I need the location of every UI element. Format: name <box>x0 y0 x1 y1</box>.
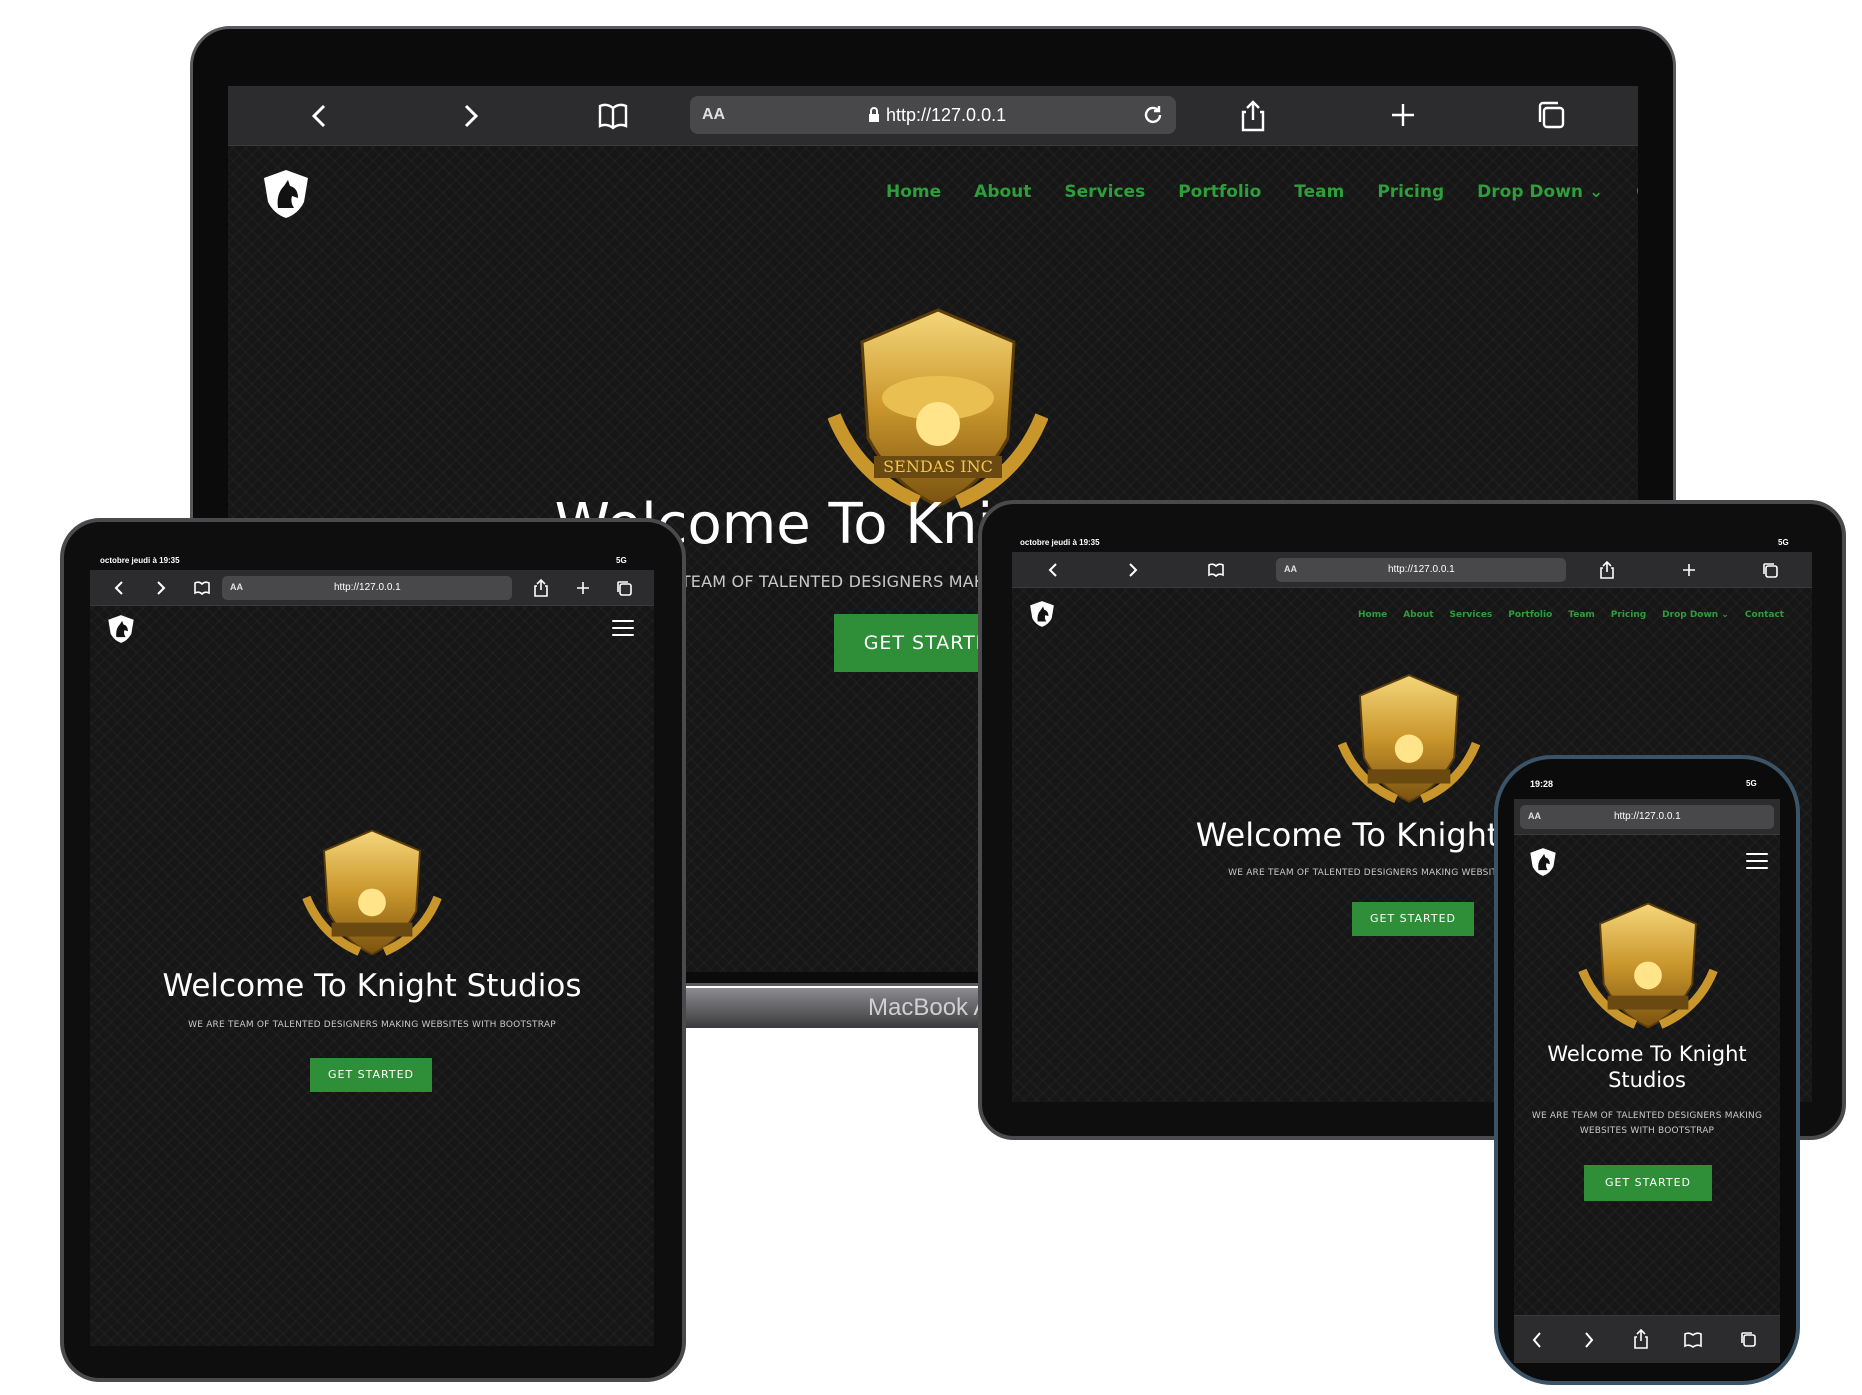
chevron-down-icon: ⌄ <box>1588 182 1604 202</box>
phone-signal: 5G <box>1746 779 1757 788</box>
tabs-icon[interactable] <box>1740 1331 1756 1347</box>
nav-home[interactable]: Home <box>886 182 941 202</box>
nav-pricing[interactable]: Pricing <box>1377 182 1444 202</box>
tablet-portrait-website: Welcome To Knight Studios WE ARE TEAM OF… <box>90 606 654 1346</box>
nav-dropdown[interactable]: Drop Down ⌄ <box>1477 182 1603 202</box>
reload-icon[interactable] <box>1142 104 1164 126</box>
nav-dropdown[interactable]: Drop Down ⌄ <box>1662 610 1729 620</box>
url-text: http://127.0.0.1 <box>886 105 1007 125</box>
nav-pricing[interactable]: Pricing <box>1611 610 1646 620</box>
nav-contact[interactable]: Contact <box>1745 610 1784 620</box>
get-started-button[interactable]: GET STARTED <box>310 1058 432 1092</box>
hero-title: Welcome To Knight Studios <box>1547 1042 1747 1092</box>
hamburger-menu-icon[interactable] <box>1746 853 1768 869</box>
hamburger-menu-icon[interactable] <box>612 620 634 636</box>
nav-team[interactable]: Team <box>1294 182 1344 202</box>
phone-website: Welcome To Knight Studios WE ARE TEAM OF… <box>1514 835 1780 1315</box>
forward-icon[interactable] <box>156 581 166 595</box>
chevron-down-icon: ⌄ <box>1721 610 1729 620</box>
tablet-portrait-status-time: octobre jeudi à 19:35 <box>100 556 180 565</box>
crest-emblem <box>1578 901 1718 1031</box>
reader-aa-button[interactable]: AA <box>1528 811 1541 821</box>
share-icon[interactable] <box>1600 561 1614 579</box>
crest-emblem <box>1338 672 1480 806</box>
reader-aa-button[interactable]: AA <box>1284 564 1297 574</box>
share-icon[interactable] <box>1634 1329 1648 1349</box>
nav-about[interactable]: About <box>1403 610 1433 620</box>
get-started-button[interactable]: GET STARTED <box>1584 1165 1712 1201</box>
new-tab-icon[interactable] <box>1390 102 1416 128</box>
tablet-main-nav: Home About Services Portfolio Team Prici… <box>1358 610 1784 620</box>
hero-title: Welcome To Knight Studios <box>162 968 582 1004</box>
reader-aa-button[interactable]: AA <box>702 106 725 124</box>
new-tab-icon[interactable] <box>576 581 590 595</box>
phone-bottom-toolbar <box>1514 1315 1780 1363</box>
nav-home[interactable]: Home <box>1358 610 1387 620</box>
tablet-landscape-browser-toolbar: AA http://127.0.0.1 <box>1012 552 1812 588</box>
nav-services[interactable]: Services <box>1064 182 1145 202</box>
share-icon[interactable] <box>1240 100 1266 132</box>
share-icon[interactable] <box>534 579 548 597</box>
nav-about[interactable]: About <box>974 182 1031 202</box>
nav-portfolio[interactable]: Portfolio <box>1508 610 1552 620</box>
nav-services[interactable]: Services <box>1450 610 1493 620</box>
get-started-button[interactable]: GET STARTED <box>1352 902 1474 936</box>
lock-icon <box>869 107 879 122</box>
crest-emblem <box>302 828 442 958</box>
url-text: http://127.0.0.1 <box>1388 564 1455 575</box>
url-text: http://127.0.0.1 <box>1614 811 1681 822</box>
nav-contact[interactable]: Contact <box>1636 182 1638 202</box>
tabs-icon[interactable] <box>616 580 632 596</box>
tablet-landscape-status-time: octobre jeudi à 19:35 <box>1020 538 1100 547</box>
url-text: http://127.0.0.1 <box>334 582 401 593</box>
crest-text: SENDAS INC <box>883 457 993 476</box>
address-bar[interactable]: AA http://127.0.0.1 <box>1276 558 1566 582</box>
knight-logo-icon[interactable] <box>1528 847 1558 877</box>
tablet-portrait-browser-toolbar: AA http://127.0.0.1 <box>90 570 654 606</box>
tabs-icon[interactable] <box>1536 100 1566 130</box>
back-icon[interactable] <box>1048 563 1058 577</box>
tablet-portrait-device: octobre jeudi à 19:35 5G AA http://127.0… <box>0 0 700 1395</box>
tablet-portrait-signal: 5G <box>616 556 627 565</box>
device-mockup-scene: MacBook Air AA http://127.0.0.1 Home Abo… <box>0 0 1862 1395</box>
back-icon[interactable] <box>114 581 124 595</box>
forward-icon[interactable] <box>1584 1332 1594 1348</box>
bookmarks-icon[interactable] <box>1208 563 1224 577</box>
address-bar[interactable]: AA http://127.0.0.1 <box>222 576 512 600</box>
address-bar[interactable]: AA http://127.0.0.1 <box>690 96 1176 134</box>
hero-subtitle: WE ARE TEAM OF TALENTED DESIGNERS MAKING… <box>188 1020 556 1030</box>
tabs-icon[interactable] <box>1762 562 1778 578</box>
reader-aa-button[interactable]: AA <box>230 582 243 592</box>
phone-browser-address-area: AA http://127.0.0.1 <box>1514 799 1780 835</box>
knight-logo-icon[interactable] <box>1028 600 1056 628</box>
knight-logo-icon[interactable] <box>106 614 136 644</box>
tablet-landscape-signal: 5G <box>1778 538 1789 547</box>
address-bar[interactable]: AA http://127.0.0.1 <box>1520 805 1774 829</box>
laptop-main-nav: Home About Services Portfolio Team Prici… <box>886 182 1638 202</box>
new-tab-icon[interactable] <box>1682 563 1696 577</box>
hero-subtitle: WE ARE TEAM OF TALENTED DESIGNERS MAKING… <box>1531 1111 1763 1136</box>
phone-device: 19:28 5G AA http://127.0.0.1 Welcome To … <box>1490 755 1820 1395</box>
bookmarks-icon[interactable] <box>194 581 210 595</box>
phone-notch <box>1576 767 1718 797</box>
back-icon[interactable] <box>1532 1332 1542 1348</box>
nav-portfolio[interactable]: Portfolio <box>1178 182 1261 202</box>
nav-team[interactable]: Team <box>1568 610 1595 620</box>
forward-icon[interactable] <box>1128 563 1138 577</box>
phone-status-time: 19:28 <box>1530 779 1554 789</box>
bookmarks-icon[interactable] <box>1684 1332 1702 1348</box>
